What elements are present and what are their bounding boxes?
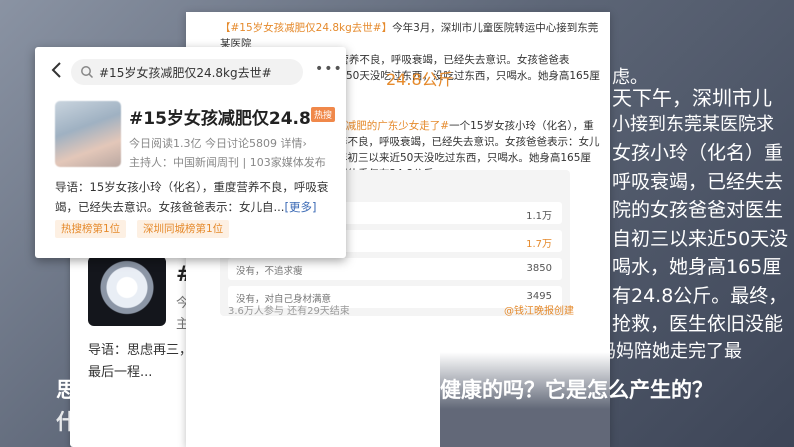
back-arrow-icon[interactable] — [49, 60, 63, 80]
poll-count: 3850 — [526, 263, 552, 274]
slide-line-7: 自初三以来近50天没 — [612, 228, 789, 250]
poll-option-3[interactable]: 没有，不追求瘦 3850 — [228, 258, 562, 280]
rank-tag-city[interactable]: 深圳同城榜第1位 — [137, 220, 230, 238]
slide-line-4: 女孩小玲（化名）重 — [612, 142, 784, 164]
slide-line-1: 虑。 — [612, 67, 648, 88]
poll-count: 3495 — [526, 291, 552, 302]
poll-source[interactable]: @钱江晚报创建 — [504, 302, 574, 317]
slide-heading-1-right: 健康的吗？它是怎么产生的？ — [440, 378, 713, 402]
topic-guide: 导语：15岁女孩小玲（化名），重度营养不良，呼吸衰竭，已经失去意识。女孩爸爸表示… — [55, 180, 329, 214]
slide-line-2: 天下午，深圳市儿 — [612, 86, 772, 110]
more-link[interactable]: [更多] — [284, 200, 316, 214]
search-icon — [81, 66, 94, 79]
slide-line-8: 喝水，她身高165厘 — [612, 256, 782, 278]
topic-title[interactable]: #15岁女孩减肥仅24.8kg去世# — [129, 104, 311, 129]
more-options-icon[interactable]: ••• — [315, 61, 343, 77]
slide-line-10: 抢救，医生依旧没能 — [612, 313, 784, 335]
slide-heading-1-left: 思 — [56, 378, 77, 402]
topic-thumbnail[interactable] — [55, 101, 121, 167]
poll-count: 1.1万 — [526, 211, 552, 222]
topic-host: 主持人：中国新闻周刊 | 103家媒体发布 — [129, 156, 326, 169]
weight-highlight: 24.8公斤 — [386, 70, 454, 89]
article-hashtag[interactable]: 【#15岁女孩减肥仅24.8kg去世#】 — [220, 22, 392, 34]
search-bar[interactable]: #15岁女孩减肥仅24.8kg去世# — [71, 59, 303, 85]
rank-tag-hot[interactable]: 热搜榜第1位 — [55, 220, 127, 238]
slide-heading-2: 什么是健康 — [56, 410, 161, 434]
topic-stats[interactable]: 今日阅读1.3亿 今日讨论5809 详情› — [129, 135, 307, 151]
slide-line-5: 呼吸衰竭，已经失去 — [612, 171, 784, 193]
slide-line-3: 小接到东莞某医院求 — [612, 114, 774, 135]
search-result-card[interactable]: #15岁女孩减肥仅24.8kg去世# ••• #15岁女孩减肥仅24.8kg去世… — [35, 47, 346, 258]
poll-count: 1.7万 — [526, 239, 552, 250]
slide-line-6: 院的女孩爸爸对医生 — [612, 199, 784, 221]
chrysanthemum-thumbnail — [88, 256, 166, 326]
poll-footer: 3.6万人参与 还有29天结束 — [228, 306, 350, 317]
slide-line-9: 有24.8公斤。最终， — [612, 285, 788, 307]
hot-badge: 热搜 — [311, 107, 336, 122]
search-query: #15岁女孩减肥仅24.8kg去世# — [99, 66, 272, 80]
